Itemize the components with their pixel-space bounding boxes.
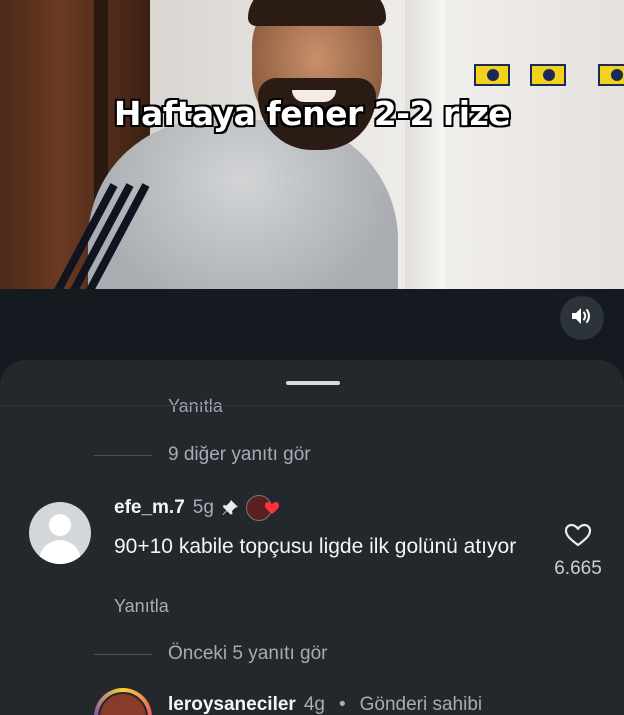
separator-dot: • xyxy=(338,694,346,715)
reply-thread-line xyxy=(94,454,152,456)
view-previous-replies-label: Önceki 5 yanıtı gör xyxy=(168,643,328,664)
comment-text: 90+10 kabile topçusu ligde ilk golünü at… xyxy=(114,535,517,558)
hoodie-stripes xyxy=(54,183,160,289)
doorframe xyxy=(405,0,445,289)
wall-flag xyxy=(474,64,510,86)
cutoff-reply-label[interactable]: Yanıtla xyxy=(168,396,223,417)
like-count: 6.665 xyxy=(554,558,602,579)
sheet-drag-handle[interactable] xyxy=(286,381,340,385)
video-player[interactable]: Haftaya fener 2-2 rize xyxy=(0,0,624,289)
view-previous-replies[interactable]: Önceki 5 yanıtı gör xyxy=(94,643,327,665)
reply-time: 4g xyxy=(303,694,325,715)
mute-button[interactable] xyxy=(560,296,604,340)
comment-username[interactable]: efe_m.7 xyxy=(114,497,185,519)
reply-button[interactable]: Yanıtla xyxy=(114,596,169,617)
reply-username[interactable]: leroysaneciler xyxy=(168,694,296,715)
comment-time: 5g xyxy=(192,497,214,518)
speaker-icon xyxy=(571,306,593,331)
wall-flag xyxy=(598,64,624,86)
author-badge: Gönderi sahibi xyxy=(359,694,483,715)
view-more-replies[interactable]: 9 diğer yanıtı gör xyxy=(94,444,311,466)
video-caption: Haftaya fener 2-2 rize xyxy=(113,94,511,133)
wall-flag xyxy=(530,64,566,86)
reply-avatar[interactable] xyxy=(94,688,152,715)
view-more-replies-label: 9 diğer yanıtı gör xyxy=(168,444,311,465)
reply-header: leroysaneciler 4g • Gönderi sahibi xyxy=(168,694,482,715)
author-liked-badge xyxy=(245,495,280,521)
sheet-divider xyxy=(0,405,624,406)
heart-icon xyxy=(264,501,280,520)
avatar[interactable] xyxy=(29,502,91,564)
pin-icon xyxy=(220,498,240,518)
comments-sheet[interactable]: Yanıtla 9 diğer yanıtı gör efe_m.7 5g 90… xyxy=(0,360,624,715)
heart-outline-icon[interactable] xyxy=(564,522,592,553)
comment-header: efe_m.7 5g xyxy=(114,495,280,521)
reply-thread-line xyxy=(94,653,152,655)
person-hair xyxy=(248,0,386,26)
